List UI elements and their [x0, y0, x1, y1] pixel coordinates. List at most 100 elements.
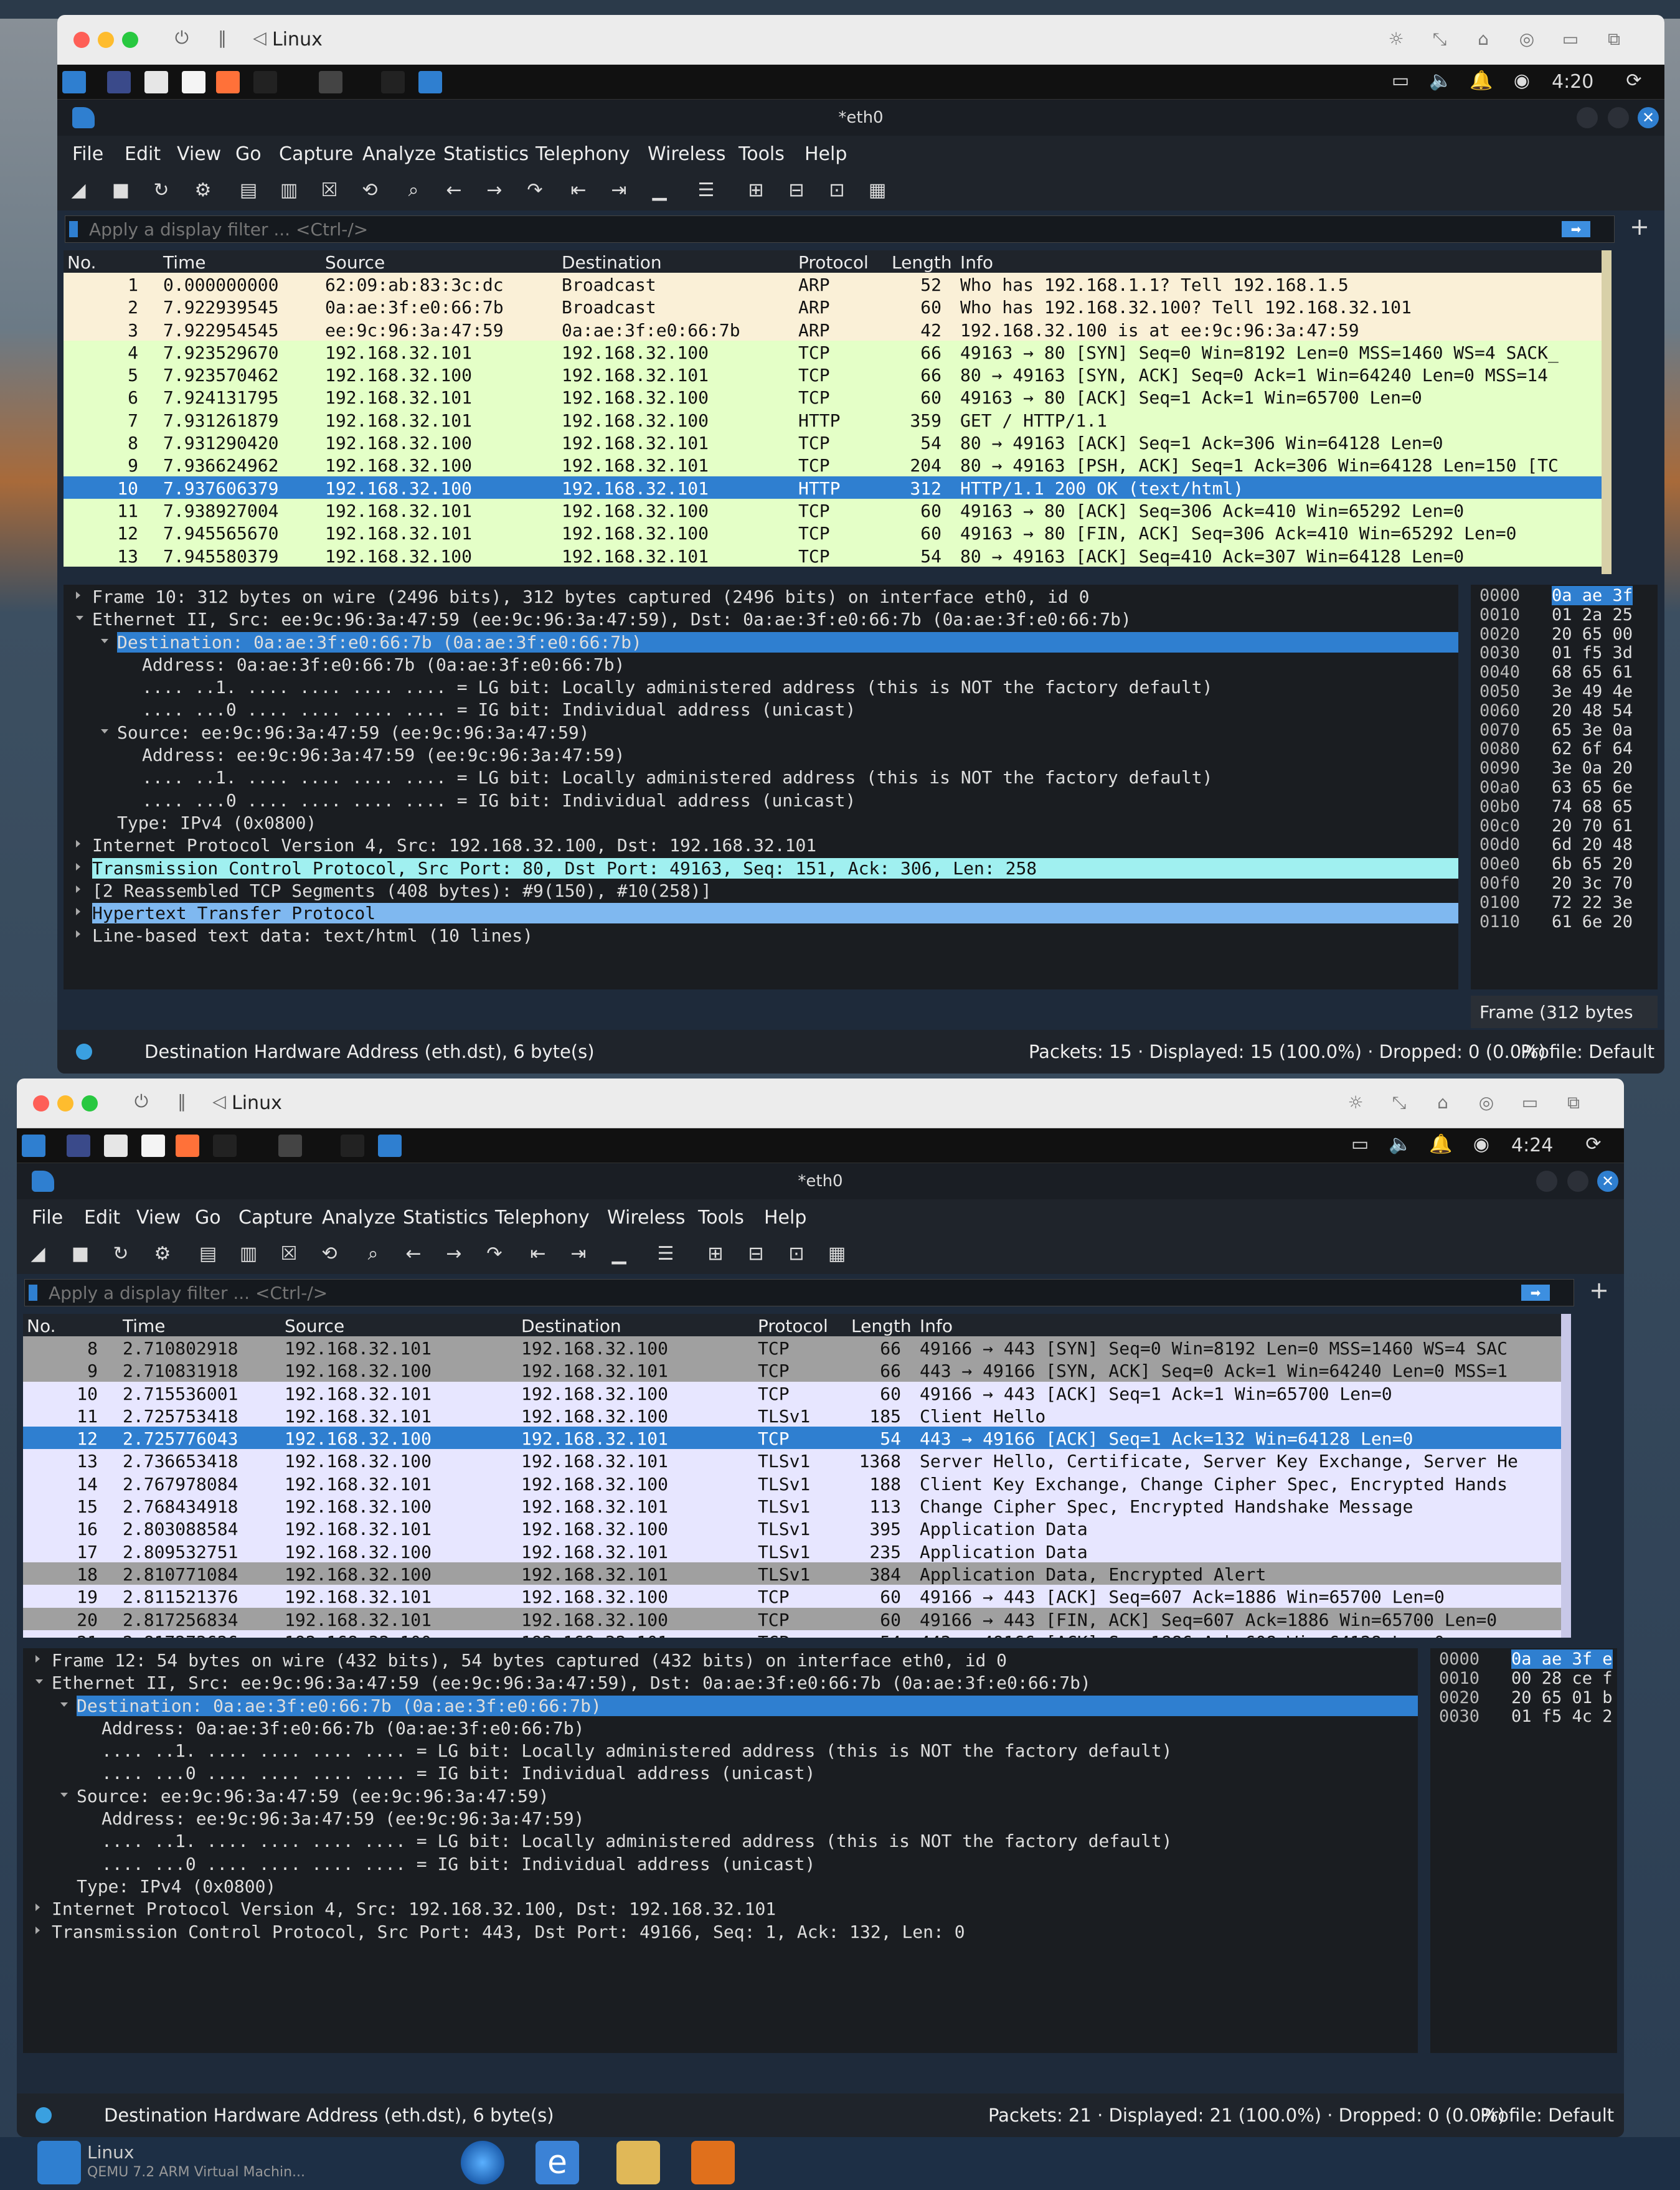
usb-icon[interactable]: ⌂ [1465, 29, 1502, 49]
collapsed-arrow-icon[interactable] [76, 930, 80, 938]
packet-row[interactable]: 13 7.945580379 192.168.32.100 192.168.32.10… [64, 544, 1602, 567]
firefox-icon[interactable] [176, 1135, 199, 1157]
collapsed-arrow-icon[interactable] [35, 1926, 40, 1934]
packet-row[interactable]: 9 7.936624962 192.168.32.100 192.168.32.101… [64, 453, 1602, 476]
zoom-out-icon[interactable]: ⊟ [783, 177, 810, 204]
terminal2-icon[interactable] [341, 1135, 364, 1157]
hex-bytes[interactable]: 20 70 61 [1552, 816, 1633, 836]
detail-row[interactable]: Address: ee:9c:96:3a:47:59 (ee:9c:96:3a:… [23, 1806, 1418, 1829]
explorer-icon[interactable] [616, 2141, 660, 2184]
save-file-icon[interactable]: ▥ [235, 1240, 262, 1268]
detail-row[interactable]: Address: 0a:ae:3f:e0:66:7b (0a:ae:3f:e0:… [64, 653, 1458, 675]
detail-row[interactable]: .... ...0 .... .... .... .... = IG bit: … [64, 788, 1458, 811]
hex-bytes[interactable]: 20 48 54 [1552, 701, 1633, 720]
detail-row[interactable]: Frame 10: 312 bytes on wire (2496 bits),… [64, 585, 1458, 607]
colorize-icon[interactable]: ☰ [652, 1240, 679, 1268]
start-capture-icon[interactable]: ◢ [65, 177, 92, 204]
workspace-icon[interactable] [278, 1135, 302, 1157]
collapsed-arrow-icon[interactable] [76, 592, 80, 599]
close-button[interactable] [73, 32, 90, 48]
detail-row[interactable]: Ethernet II, Src: ee:9c:96:3a:47:59 (ee:… [23, 1671, 1418, 1693]
resize-icon[interactable]: ⤡ [1380, 1092, 1418, 1113]
terminal2-icon[interactable] [381, 71, 405, 93]
hex-bytes[interactable]: 65 3e 0a [1552, 720, 1633, 740]
hex-bytes[interactable]: 20 65 00 [1552, 625, 1633, 644]
packet-row[interactable]: 7 7.931261879 192.168.32.101 192.168.32.100… [64, 408, 1602, 432]
column-header[interactable]: Destination [562, 252, 662, 273]
window-icon[interactable]: ⧉ [1555, 1092, 1592, 1113]
goto-packet-icon[interactable]: ↷ [481, 1240, 508, 1268]
window-icon[interactable]: ⧉ [1595, 29, 1633, 50]
packet-row[interactable]: 11 2.725753418 192.168.32.101 192.168.32.10… [23, 1404, 1561, 1427]
text-editor-icon[interactable] [182, 71, 205, 93]
wireshark-icon[interactable] [418, 71, 442, 93]
packet-row[interactable]: 12 2.725776043 192.168.32.100 192.168.32.10… [23, 1427, 1561, 1450]
expanded-arrow-icon[interactable] [101, 638, 108, 643]
detail-row[interactable]: Type: IPv4 (0x0800) [23, 1874, 1418, 1897]
hex-bytes[interactable]: 01 f5 4c 2 [1511, 1707, 1613, 1726]
expanded-arrow-icon[interactable] [60, 1702, 68, 1707]
firefox-icon[interactable] [216, 71, 240, 93]
back-icon[interactable]: ◁ [207, 1091, 232, 1112]
apply-filter-icon[interactable]: ➡ [1521, 1285, 1550, 1301]
normal-size-icon[interactable]: ⊡ [783, 1240, 810, 1268]
filter-input[interactable] [89, 217, 1539, 241]
menu-wireless[interactable]: Wireless [648, 143, 726, 165]
back-arrow-icon[interactable]: ← [440, 177, 468, 204]
bookmark-icon[interactable] [29, 1285, 37, 1301]
packet-row[interactable]: 21 2.817273626 192.168.32.100 192.168.32.10… [23, 1630, 1561, 1638]
goto-packet-icon[interactable]: ↷ [521, 177, 549, 204]
menu-statistics[interactable]: Statistics [403, 1207, 488, 1229]
packet-row[interactable]: 16 2.803088584 192.168.32.101 192.168.32.10… [23, 1517, 1561, 1540]
packet-row[interactable]: 6 7.924131795 192.168.32.101 192.168.32.100… [64, 385, 1602, 408]
zoom-out-icon[interactable]: ⊟ [742, 1240, 770, 1268]
menu-tools[interactable]: Tools [739, 143, 785, 165]
detail-row[interactable]: [2 Reassembled TCP Segments (408 bytes):… [64, 879, 1458, 901]
packet-row[interactable]: 9 2.710831918 192.168.32.100 192.168.32.101… [23, 1359, 1561, 1382]
menu-go[interactable]: Go [195, 1207, 221, 1229]
menu-capture[interactable]: Capture [238, 1207, 313, 1229]
back-arrow-icon[interactable]: ← [400, 1240, 427, 1268]
resize-columns-icon[interactable]: ▦ [823, 1240, 851, 1268]
detail-row[interactable]: Source: ee:9c:96:3a:47:59 (ee:9c:96:3a:4… [64, 720, 1458, 743]
column-header[interactable]: Length [851, 1316, 912, 1336]
hex-bytes[interactable]: 01 2a 25 [1552, 605, 1633, 625]
detail-row[interactable]: Destination: 0a:ae:3f:e0:66:7b (0a:ae:3f… [64, 630, 1458, 653]
detail-row[interactable]: Type: IPv4 (0x0800) [64, 811, 1458, 833]
hex-bytes[interactable]: 0a ae 3f e [1511, 1650, 1613, 1669]
collapsed-arrow-icon[interactable] [35, 1904, 40, 1912]
menu-tools[interactable]: Tools [698, 1207, 744, 1229]
open-file-icon[interactable]: ▤ [194, 1240, 222, 1268]
detail-row[interactable]: .... ..1. .... .... .... .... = LG bit: … [64, 765, 1458, 788]
reload-icon[interactable]: ⟲ [316, 1240, 343, 1268]
collapsed-arrow-icon[interactable] [76, 885, 80, 893]
brightness-icon[interactable]: ☼ [1377, 29, 1415, 49]
status-profile[interactable]: Profile: Default [1521, 1041, 1654, 1062]
volume-icon[interactable]: 🔈 [1427, 70, 1455, 92]
hex-bytes[interactable]: 20 3c 70 [1552, 874, 1633, 893]
hex-bytes[interactable]: 6d 20 48 [1552, 835, 1633, 854]
filter-input[interactable] [49, 1281, 1499, 1305]
packet-row[interactable]: 12 7.945565670 192.168.32.101 192.168.32.10… [64, 521, 1602, 544]
usb-icon[interactable]: ⌂ [1424, 1092, 1461, 1113]
column-header[interactable]: No. [27, 1316, 55, 1336]
open-file-icon[interactable]: ▤ [235, 177, 262, 204]
hex-bytes[interactable]: 0a ae 3f [1552, 586, 1633, 605]
packet-row[interactable]: 8 2.710802918 192.168.32.101 192.168.32.100… [23, 1336, 1561, 1359]
network-icon[interactable]: ◉ [1468, 1133, 1495, 1155]
start-capture-icon[interactable]: ◢ [24, 1240, 52, 1268]
terminal-icon[interactable] [253, 71, 277, 93]
power-icon[interactable]: ⏻ [129, 1091, 154, 1112]
folder-icon[interactable]: ▭ [1511, 1092, 1549, 1113]
hex-bytes[interactable]: 00 28 ce f [1511, 1669, 1613, 1688]
packet-row[interactable]: 10 2.715536001 192.168.32.101 192.168.32.10… [23, 1381, 1561, 1404]
hex-bytes[interactable]: 01 f5 3d [1552, 643, 1633, 663]
close-button[interactable] [33, 1095, 49, 1112]
close-file-icon[interactable]: ☒ [316, 177, 343, 204]
column-header[interactable]: Destination [521, 1316, 621, 1336]
packet-row[interactable]: 4 7.923529670 192.168.32.101 192.168.32.100… [64, 340, 1602, 364]
kali-menu-icon[interactable] [62, 71, 86, 93]
autoscroll-icon[interactable]: ▁ [646, 177, 673, 204]
detail-row[interactable]: Internet Protocol Version 4, Src: 192.16… [23, 1897, 1418, 1919]
detail-row[interactable]: .... ...0 .... .... .... .... = IG bit: … [64, 697, 1458, 720]
